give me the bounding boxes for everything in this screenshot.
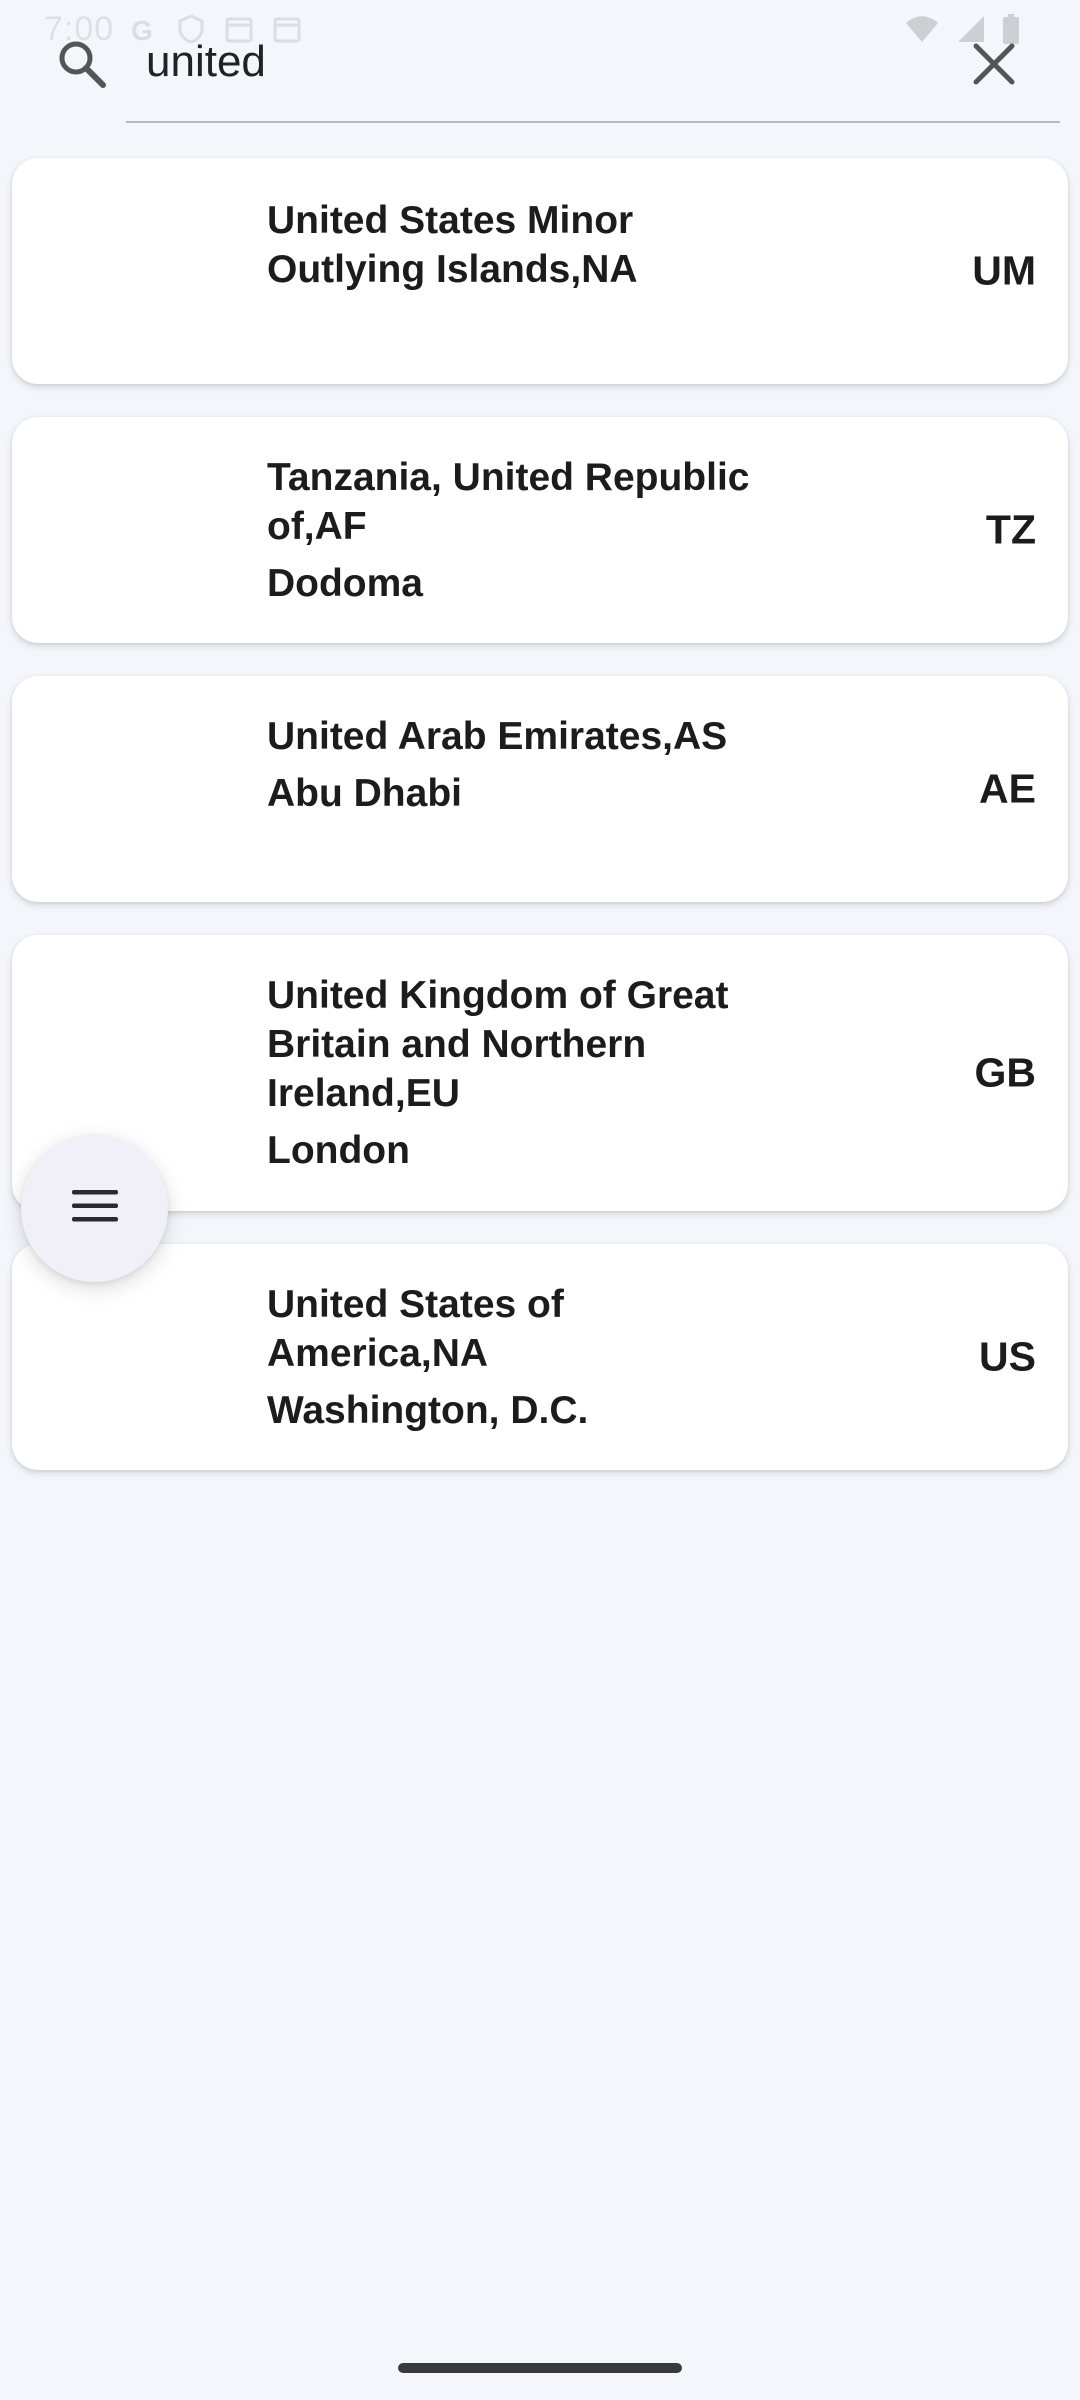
country-card-ae[interactable]: United Arab Emirates,AS Abu Dhabi AE <box>12 676 1068 902</box>
country-card-us[interactable]: United States of America,NA Washington, … <box>12 1244 1068 1470</box>
country-code: US <box>979 1333 1036 1380</box>
country-card-gb[interactable]: United Kingdom of Great Britain and Nort… <box>12 935 1068 1211</box>
country-card-um[interactable]: United States Minor Outlying Islands,NA … <box>12 158 1068 384</box>
search-input[interactable] <box>146 30 926 94</box>
country-list: United States Minor Outlying Islands,NA … <box>12 158 1068 1503</box>
flag-image <box>52 221 202 321</box>
menu-button[interactable] <box>21 1135 168 1282</box>
country-text: United States Minor Outlying Islands,NA <box>267 196 767 294</box>
country-text: United Kingdom of Great Britain and Nort… <box>267 971 767 1175</box>
country-code: TZ <box>985 506 1036 553</box>
country-text: Tanzania, United Republic of,AF Dodoma <box>267 453 767 608</box>
home-indicator[interactable] <box>398 2363 682 2373</box>
country-text: United Arab Emirates,AS Abu Dhabi <box>267 712 767 818</box>
search-bar <box>0 0 1080 125</box>
country-code: GB <box>974 1049 1037 1096</box>
country-code: UM <box>972 247 1036 294</box>
close-icon[interactable] <box>966 36 1022 92</box>
search-underline <box>126 121 1060 123</box>
country-capital: Dodoma <box>267 562 423 605</box>
country-name: United States of America,NA <box>267 1283 564 1375</box>
search-icon[interactable] <box>56 38 108 90</box>
country-capital: Washington, D.C. <box>267 1389 589 1432</box>
country-name: Tanzania, United Republic of,AF <box>267 456 750 548</box>
country-card-tz[interactable]: Tanzania, United Republic of,AF Dodoma T… <box>12 417 1068 643</box>
country-name: United States Minor Outlying Islands,NA <box>267 199 638 291</box>
country-name: United Kingdom of Great Britain and Nort… <box>267 974 729 1115</box>
country-name: United Arab Emirates,AS <box>267 715 728 758</box>
flag-image <box>52 480 202 580</box>
country-capital: Abu Dhabi <box>267 772 462 815</box>
flag-image <box>52 1023 202 1123</box>
flag-image <box>52 739 202 839</box>
flag-image <box>52 1307 202 1407</box>
country-capital: London <box>267 1129 410 1172</box>
country-code: AE <box>979 765 1036 812</box>
country-text: United States of America,NA Washington, … <box>267 1280 767 1435</box>
menu-icon <box>70 1186 120 1231</box>
